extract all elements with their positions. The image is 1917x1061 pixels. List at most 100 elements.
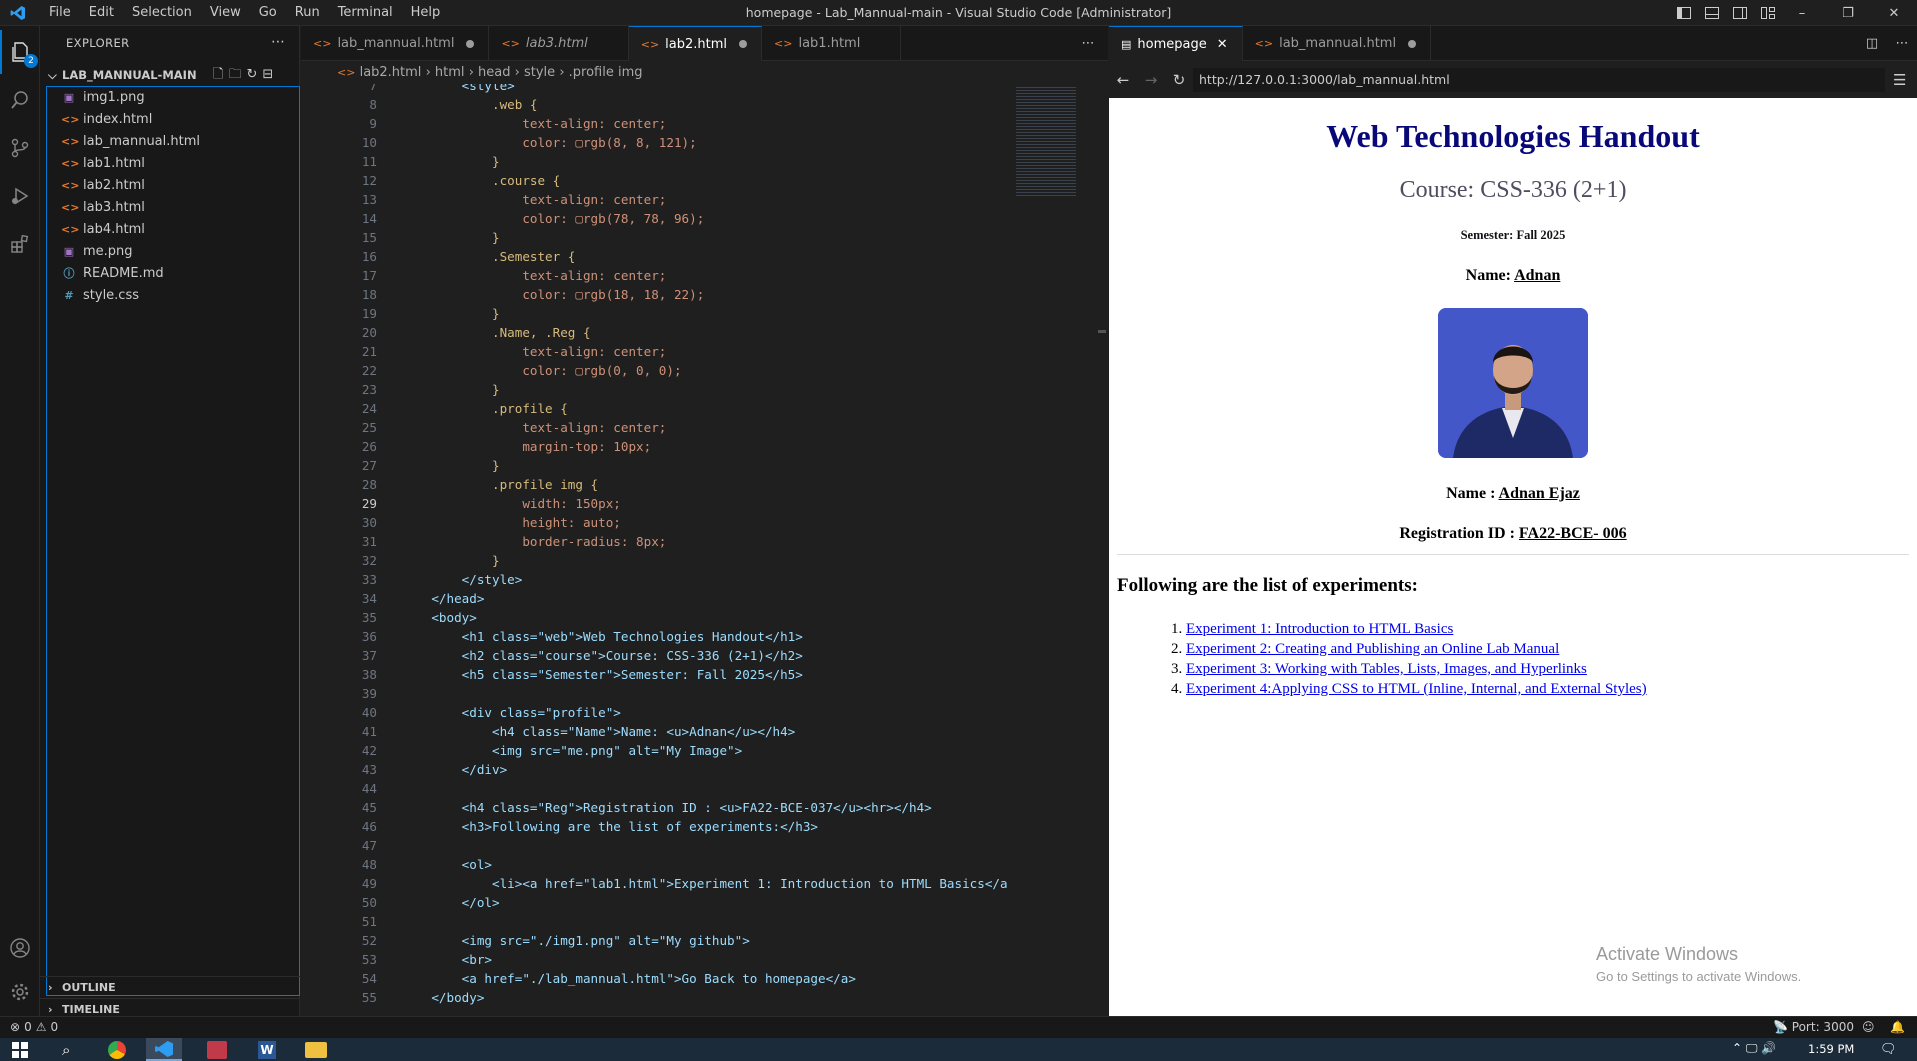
code-line[interactable]: text-align: center; — [401, 190, 666, 209]
code-line[interactable]: <h5 class="Semester">Semester: Fall 2025… — [401, 665, 803, 684]
outline-section[interactable]: › OUTLINE — [40, 976, 300, 998]
folder-header[interactable]: ⌵ LAB_MANNUAL-MAIN 🗋🗀↻⊟ — [48, 64, 298, 86]
menu-go[interactable]: Go — [250, 0, 286, 26]
breadcrumb-selector[interactable]: .profile img — [569, 65, 643, 80]
code-line[interactable]: <h1 class="web">Web Technologies Handout… — [401, 627, 803, 646]
code-line[interactable]: <div class="profile"> — [401, 703, 621, 722]
tab-lab-mannual-preview[interactable]: <> lab_mannual.html — [1243, 26, 1432, 61]
code-line[interactable]: <img src="me.png" alt="My Image"> — [401, 741, 742, 760]
code-line[interactable]: } — [401, 456, 500, 475]
close-window-icon[interactable]: ✕ — [1871, 0, 1917, 26]
menu-icon[interactable]: ☰ — [1893, 71, 1917, 89]
code-line[interactable]: <img src="./img1.png" alt="My github"> — [401, 931, 750, 950]
source-control-icon[interactable] — [0, 126, 40, 170]
file-lab2[interactable]: <> lab2.html — [47, 175, 299, 197]
notifications-bell-icon[interactable]: 🔔 — [1890, 1020, 1905, 1034]
run-debug-icon[interactable] — [0, 174, 40, 218]
file-explorer-icon[interactable] — [305, 1042, 327, 1058]
code-line[interactable]: <h3>Following are the list of experiment… — [401, 817, 818, 836]
code-line[interactable]: height: auto; — [401, 513, 621, 532]
vscode-taskbar-icon[interactable] — [146, 1038, 182, 1061]
code-line[interactable]: <body> — [401, 608, 477, 627]
code-line[interactable]: color: ▢rgb(0, 0, 0); — [401, 361, 681, 380]
code-line[interactable]: } — [401, 304, 500, 323]
file-img1[interactable]: ▣ img1.png — [47, 87, 299, 109]
breadcrumb-head[interactable]: head — [478, 65, 510, 80]
file-lab1[interactable]: <> lab1.html — [47, 153, 299, 175]
reload-icon[interactable]: ↻ — [1165, 71, 1193, 89]
accounts-status-icon[interactable]: ☺ — [1862, 1020, 1875, 1034]
code-line[interactable]: color: ▢rgb(78, 78, 96); — [401, 209, 704, 228]
extensions-icon[interactable] — [0, 222, 40, 266]
forward-arrow-icon[interactable]: → — [1137, 71, 1165, 89]
preview-more-icon[interactable]: ⋯ — [1887, 26, 1917, 60]
code-line[interactable]: } — [401, 228, 500, 247]
toggle-sidebar-icon[interactable] — [1672, 0, 1696, 26]
menu-view[interactable]: View — [201, 0, 250, 26]
file-me[interactable]: ▣ me.png — [47, 241, 299, 263]
code-line[interactable]: </ol> — [401, 893, 500, 912]
code-line[interactable]: } — [401, 152, 500, 171]
code-line[interactable]: </body> — [401, 988, 484, 1007]
experiment-link-3[interactable]: Experiment 3: Working with Tables, Lists… — [1186, 661, 1587, 677]
tab-lab2[interactable]: <> lab2.html — [628, 26, 763, 61]
code-line[interactable]: } — [401, 551, 500, 570]
system-tray-icons[interactable]: ⌃ 🖵 🔊 — [1732, 1041, 1776, 1056]
notification-center-icon[interactable]: 🗨 — [1880, 1042, 1897, 1057]
collapse-all-icon[interactable]: ⊟ — [262, 67, 278, 82]
tab-homepage[interactable]: ▤ homepage ✕ — [1109, 26, 1243, 61]
problems-status[interactable]: ⊗ 0 ⚠ 0 — [10, 1020, 58, 1034]
breadcrumb-style[interactable]: style — [524, 65, 555, 80]
toggle-panel-icon[interactable] — [1700, 0, 1724, 26]
breadcrumb-file[interactable]: lab2.html — [360, 65, 422, 80]
code-line[interactable]: .course { — [401, 171, 560, 190]
code-line[interactable]: text-align: center; — [401, 266, 666, 285]
app-icon[interactable] — [207, 1041, 227, 1059]
restore-icon[interactable]: ❐ — [1825, 0, 1871, 26]
more-actions-icon[interactable]: ⋯ — [271, 34, 285, 50]
menu-help[interactable]: Help — [402, 0, 450, 26]
code-line[interactable]: color: ▢rgb(8, 8, 121); — [401, 133, 696, 152]
breadcrumb-html[interactable]: html — [435, 65, 465, 80]
file-index[interactable]: <> index.html — [47, 109, 299, 131]
experiment-link-2[interactable]: Experiment 2: Creating and Publishing an… — [1186, 641, 1559, 657]
settings-gear-icon[interactable] — [0, 970, 40, 1014]
editor-more-icon[interactable]: ⋯ — [1068, 26, 1108, 60]
code-line[interactable]: } — [401, 380, 500, 399]
split-editor-icon[interactable]: ◫ — [1857, 26, 1887, 60]
minimap[interactable] — [1008, 84, 1108, 1016]
file-style-css[interactable]: # style.css — [47, 285, 299, 307]
word-icon[interactable]: W — [258, 1041, 276, 1059]
code-line[interactable]: <h2 class="course">Course: CSS-336 (2+1)… — [401, 646, 803, 665]
menu-selection[interactable]: Selection — [123, 0, 201, 26]
code-line[interactable]: </style> — [401, 570, 523, 589]
back-arrow-icon[interactable]: ← — [1109, 71, 1137, 89]
file-lab3[interactable]: <> lab3.html — [47, 197, 299, 219]
code-line[interactable]: margin-top: 10px; — [401, 437, 651, 456]
taskbar-clock[interactable]: 1:59 PM — [1808, 1042, 1854, 1056]
code-editor[interactable]: 7 <style> 8 .web {9 text-align: center; 10… — [301, 84, 1008, 1016]
code-line[interactable]: color: ▢rgb(18, 18, 22); — [401, 285, 704, 304]
menu-file[interactable]: File — [40, 0, 80, 26]
menu-terminal[interactable]: Terminal — [329, 0, 402, 26]
new-folder-icon[interactable]: 🗀 — [228, 67, 246, 82]
file-lab-mannual[interactable]: <> lab_mannual.html — [47, 131, 299, 153]
explorer-icon[interactable]: 2 — [0, 30, 40, 74]
code-line[interactable]: </div> — [401, 760, 508, 779]
code-line[interactable]: text-align: center; — [401, 114, 666, 133]
code-line[interactable]: text-align: center; — [401, 342, 666, 361]
accounts-icon[interactable] — [0, 926, 40, 970]
code-line[interactable]: .Name, .Reg { — [401, 323, 591, 342]
menu-edit[interactable]: Edit — [80, 0, 123, 26]
new-file-icon[interactable]: 🗋 — [213, 67, 228, 82]
code-line[interactable]: <br> — [401, 950, 492, 969]
code-line[interactable]: <style> — [401, 84, 515, 95]
code-line[interactable]: border-radius: 8px; — [401, 532, 666, 551]
vertical-scrollbar[interactable] — [1098, 330, 1106, 333]
url-input[interactable]: http://127.0.0.1:3000/lab_mannual.html — [1193, 68, 1885, 92]
code-line[interactable]: .web { — [401, 95, 538, 114]
taskbar-search-icon[interactable]: ⌕ — [62, 1041, 70, 1059]
close-tab-icon[interactable]: ✕ — [1217, 27, 1228, 62]
code-line[interactable]: <h4 class="Reg">Registration ID : <u>FA2… — [401, 798, 932, 817]
search-icon[interactable] — [0, 78, 40, 122]
